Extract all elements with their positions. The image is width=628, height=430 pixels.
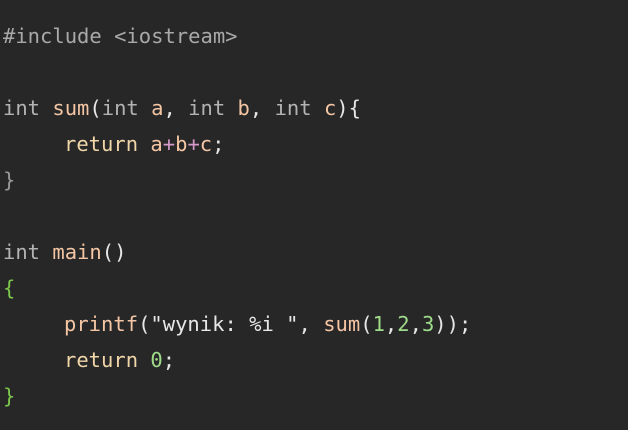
var-c: c (199, 132, 213, 156)
number-literal: 1 (372, 312, 385, 336)
semicolon: ; (212, 132, 225, 156)
code-line-9: printf("wynik: %i ", sum(1,2,3)); (3, 306, 471, 342)
number-literal: 2 (397, 312, 410, 336)
code-line-1: #include <iostream> (3, 18, 238, 54)
code-line-11: } (3, 378, 15, 414)
type-keyword: int (101, 96, 139, 120)
closing-brace: } (3, 384, 16, 408)
code-line-4: return a+b+c; (3, 126, 224, 162)
close-paren-brace: ){ (336, 96, 361, 120)
opening-brace: { (3, 276, 16, 300)
param-a: a (151, 96, 164, 120)
open-paren: ( (138, 312, 151, 336)
function-name-sum: sum (52, 96, 90, 120)
plus-operator: + (162, 132, 176, 156)
closing-brace: } (3, 168, 16, 192)
open-paren: ( (89, 96, 102, 120)
string-literal: "wynik: %i " (150, 312, 299, 336)
var-b: b (175, 132, 188, 156)
open-paren: ( (360, 312, 373, 336)
parens: () (101, 240, 127, 264)
type-keyword: int (3, 96, 41, 120)
code-line-7: int main() (3, 234, 126, 270)
return-keyword: return (64, 132, 139, 156)
comma: , (249, 96, 275, 120)
return-keyword: return (64, 348, 139, 372)
code-line-10: return 0; (3, 342, 175, 378)
number-literal: 0 (150, 348, 163, 372)
plus-operator: + (187, 132, 200, 156)
code-line-3: int sum(int a, int b, int c){ (3, 90, 361, 126)
comma: , (163, 96, 189, 120)
type-keyword: int (274, 96, 312, 120)
param-c: c (323, 96, 337, 120)
code-line-5: } (3, 162, 15, 198)
var-a: a (150, 132, 163, 156)
semicolon: ; (162, 348, 176, 372)
function-call-sum: sum (323, 312, 361, 336)
close-parens-semicolon: )); (434, 312, 472, 336)
number-literal: 3 (421, 312, 435, 336)
function-name-main: main (52, 240, 102, 264)
type-keyword: int (3, 240, 41, 264)
include-directive: #include <iostream> (3, 24, 238, 48)
comma: , (384, 312, 398, 336)
type-keyword: int (188, 96, 226, 120)
comma: , (298, 312, 324, 336)
code-line-8: { (3, 270, 15, 306)
comma: , (409, 312, 422, 336)
function-call-printf: printf (64, 312, 139, 336)
param-b: b (237, 96, 250, 120)
code-editor[interactable]: #include <iostream> int sum(int a, int b… (0, 0, 628, 430)
